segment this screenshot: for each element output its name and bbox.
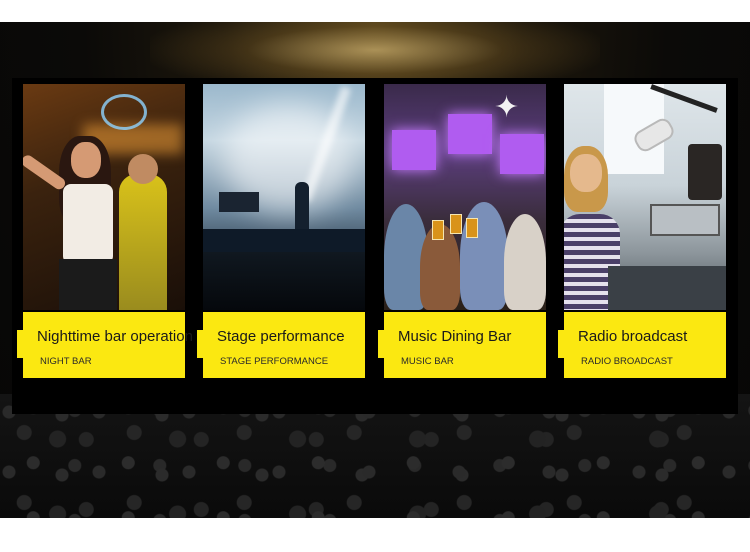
card-title: Stage performance (217, 328, 345, 345)
card-label: Stage performance STAGE PERFORMANCE (203, 312, 365, 378)
card-stage-performance: Stage performance STAGE PERFORMANCE (197, 84, 365, 378)
music-bar-photo: ✦ (384, 84, 546, 310)
card-subtitle: MUSIC BAR (401, 356, 454, 367)
card-label: Music Dining Bar MUSIC BAR (384, 312, 546, 378)
night-bar-photo (23, 84, 185, 310)
card-subtitle: STAGE PERFORMANCE (220, 356, 329, 367)
card-title: Music Dining Bar (398, 328, 512, 345)
stage-performance-photo (203, 84, 365, 310)
star-decoration: ✦ (494, 91, 520, 124)
card-subtitle: NIGHT BAR (40, 356, 92, 367)
card-music-bar: ✦ Music Dining Bar MUSIC BAR (378, 84, 546, 378)
card-night-bar: Nighttime bar operation NIGHT BAR (17, 84, 193, 378)
radio-broadcast-photo (564, 84, 726, 310)
card-title: Nighttime bar operation (37, 328, 193, 345)
card-label: Nighttime bar operation NIGHT BAR (23, 312, 193, 378)
card-title: Radio broadcast (578, 328, 688, 345)
card-label: Radio broadcast RADIO BROADCAST (564, 312, 726, 378)
card-subtitle: RADIO BROADCAST (581, 356, 673, 367)
card-radio-broadcast: Radio broadcast RADIO BROADCAST (558, 84, 726, 378)
